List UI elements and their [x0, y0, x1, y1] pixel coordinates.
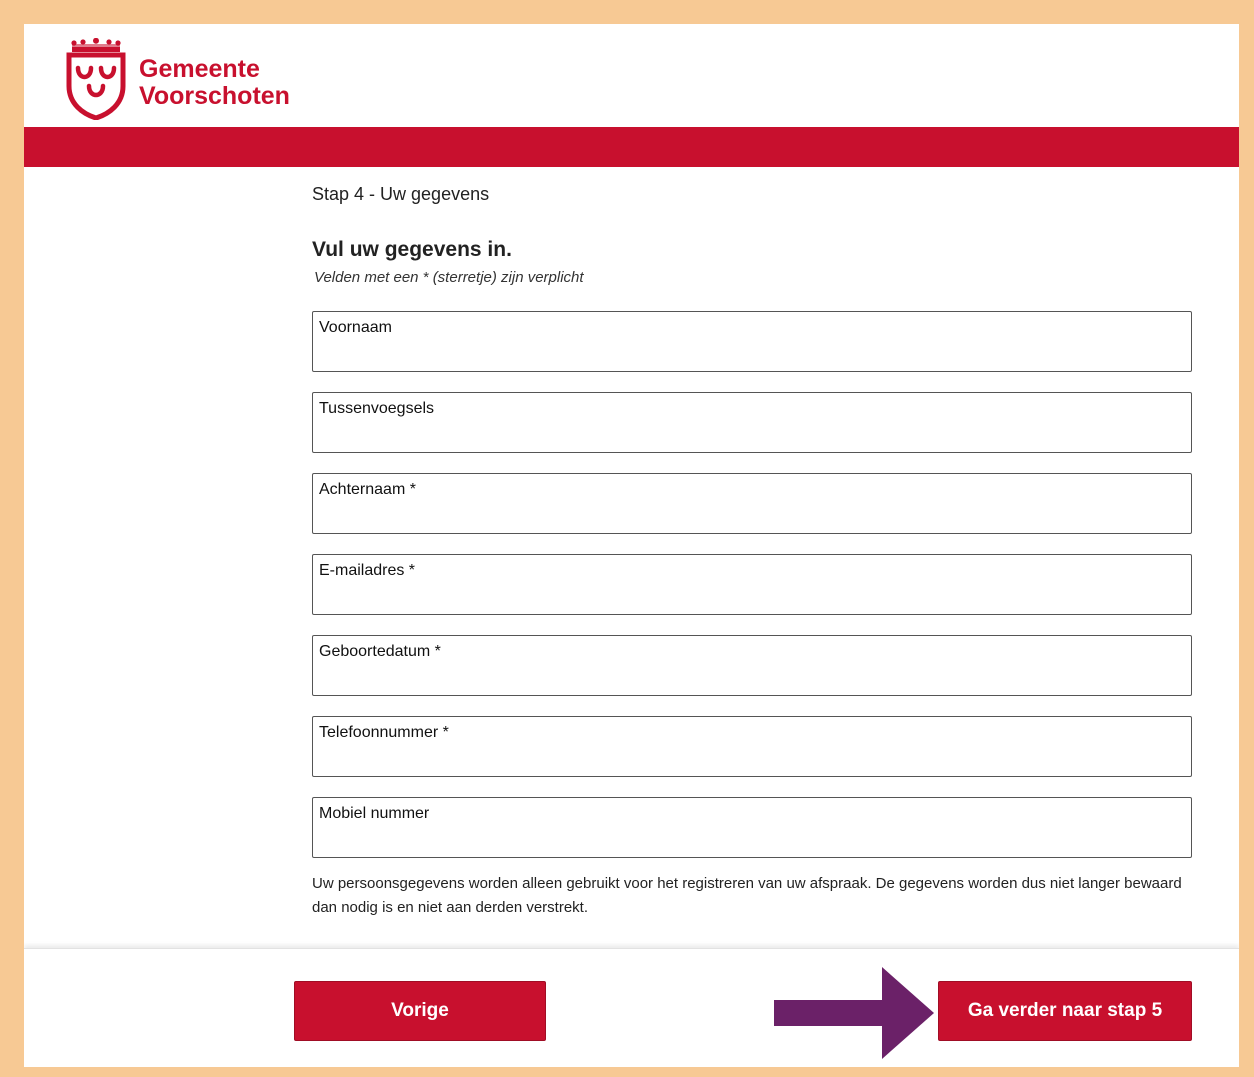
phone-field[interactable]: Telefoonnummer *: [312, 716, 1192, 777]
first-name-input[interactable]: [319, 341, 1185, 365]
form-content: Stap 4 - Uw gegevens Vul uw gegevens in.…: [312, 184, 1192, 916]
coat-of-arms-icon: [66, 38, 126, 120]
field-list: Voornaam Tussenvoegsels Achternaam * E-m…: [312, 311, 1192, 878]
email-input[interactable]: [319, 584, 1185, 608]
mobile-field[interactable]: Mobiel nummer: [312, 797, 1192, 858]
infix-field[interactable]: Tussenvoegsels: [312, 392, 1192, 453]
email-field[interactable]: E-mailadres *: [312, 554, 1192, 615]
phone-label: Telefoonnummer *: [319, 724, 449, 741]
logo-line-2: Voorschoten: [139, 82, 290, 110]
logo-wordmark: Gemeente Voorschoten: [139, 56, 290, 110]
site-header: Gemeente Voorschoten: [24, 24, 1239, 127]
infix-input[interactable]: [319, 422, 1185, 446]
privacy-notice: Uw persoonsgegevens worden alleen gebrui…: [312, 875, 1182, 916]
infix-label: Tussenvoegsels: [319, 400, 435, 417]
birthdate-input[interactable]: [319, 665, 1185, 689]
municipality-logo[interactable]: Gemeente Voorschoten: [66, 38, 290, 120]
step-indicator: Stap 4 - Uw gegevens: [312, 184, 490, 204]
last-name-field[interactable]: Achternaam *: [312, 473, 1192, 534]
first-name-field[interactable]: Voornaam: [312, 311, 1192, 372]
mobile-label: Mobiel nummer: [319, 805, 430, 822]
logo-line-1: Gemeente: [139, 55, 260, 83]
last-name-input[interactable]: [319, 503, 1185, 527]
email-label: E-mailadres *: [319, 562, 416, 579]
header-red-bar: [24, 127, 1239, 167]
form-title: Vul uw gegevens in.: [312, 238, 512, 261]
first-name-label: Voornaam: [319, 319, 392, 336]
page-frame: Gemeente Voorschoten Stap 4 - Uw gegeven…: [24, 24, 1239, 1067]
previous-button[interactable]: Vorige: [294, 981, 546, 1041]
next-step-button[interactable]: Ga verder naar stap 5: [938, 981, 1192, 1041]
phone-input[interactable]: [319, 746, 1185, 770]
birthdate-label: Geboortedatum *: [319, 643, 441, 660]
required-note: Velden met een * (sterretje) zijn verpli…: [314, 269, 584, 286]
birthdate-field[interactable]: Geboortedatum *: [312, 635, 1192, 696]
arrow-right-icon: [774, 967, 934, 1059]
last-name-label: Achternaam *: [319, 481, 416, 498]
mobile-input[interactable]: [319, 827, 1185, 851]
form-footer: Vorige Ga verder naar stap 5: [24, 948, 1239, 1067]
